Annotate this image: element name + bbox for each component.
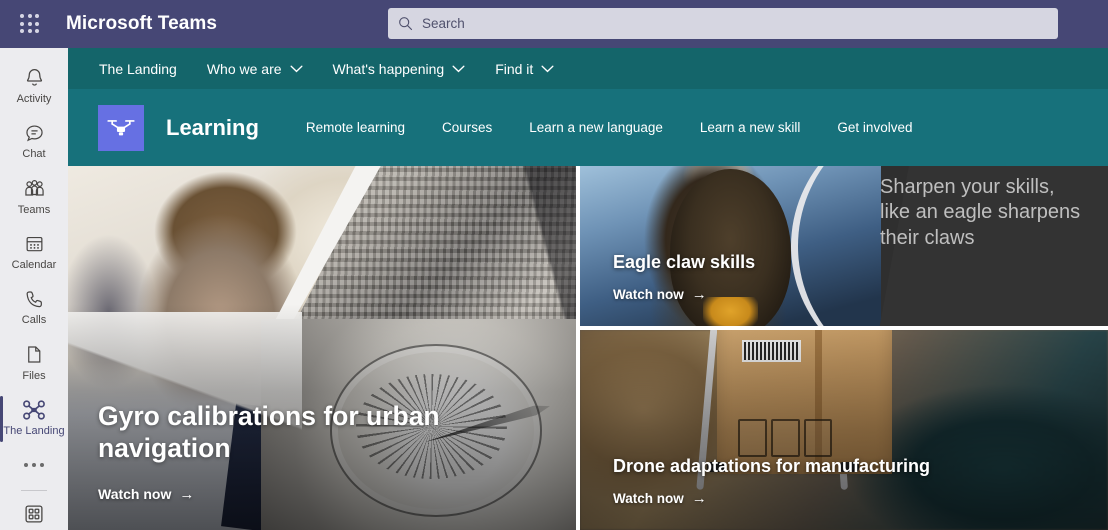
arrow-right-icon: →	[691, 490, 707, 507]
eagle-watch-now-label: Watch now	[613, 287, 684, 302]
site-nav-bar: The Landing Who we are What's happening …	[68, 48, 1108, 89]
sidebar-item-activity[interactable]: Activity	[0, 58, 68, 113]
left-app-rail: Activity Chat Teams Calendar Calls Files…	[0, 48, 68, 530]
search-input[interactable]: Search	[388, 8, 1058, 39]
hero-text-block: Gyro calibrations for urban navigation W…	[98, 400, 536, 504]
drone-watch-now-label: Watch now	[613, 491, 684, 506]
file-icon	[24, 344, 44, 366]
nav-item-who-we-are[interactable]: Who we are	[207, 61, 303, 77]
more-ellipsis-icon[interactable]	[0, 446, 68, 484]
nav-item-label: Who we are	[206, 60, 282, 77]
chevron-down-icon	[290, 65, 303, 73]
sidebar-item-label: Chat	[22, 148, 46, 161]
app-title: Microsoft Teams	[66, 13, 218, 34]
phone-icon	[24, 288, 45, 310]
people-icon	[23, 178, 46, 200]
nav-item-label: Find it	[495, 60, 534, 77]
hero-column: Gyro calibrations for urban navigation W…	[68, 166, 576, 530]
calendar-icon	[24, 233, 45, 255]
hero-watch-now-label: Watch now	[98, 486, 172, 502]
hero-watch-now-link[interactable]: Watch now →	[98, 486, 194, 502]
rail-divider	[21, 490, 47, 491]
site-header: Learning Remote learning Courses Learn a…	[68, 89, 1108, 166]
sidebar-item-calendar[interactable]: Calendar	[0, 224, 68, 279]
hero-title: Gyro calibrations for urban navigation	[98, 400, 440, 463]
nav-item-label: The Landing	[99, 60, 177, 77]
drone-logo-icon	[98, 104, 144, 151]
drone-icon	[22, 399, 46, 421]
hero-card-gyro-calibrations[interactable]: Gyro calibrations for urban navigation W…	[68, 166, 576, 530]
apps-grid-icon[interactable]	[23, 503, 45, 530]
sidebar-item-chat[interactable]: Chat	[0, 113, 68, 168]
eagle-watch-now-link[interactable]: Watch now →	[613, 287, 707, 302]
site-sub-nav: Remote learning Courses Learn a new lang…	[306, 120, 950, 135]
teams-app-window: Microsoft Teams Search Activity Chat Tea…	[0, 0, 1108, 530]
sidebar-item-label: Calls	[21, 314, 47, 327]
sidebar-item-calls[interactable]: Calls	[0, 280, 68, 335]
nav-item-label: What's happening	[332, 60, 445, 77]
sidebar-item-label: Activity	[16, 92, 52, 105]
sub-nav-learn-a-new-skill[interactable]: Learn a new skill	[700, 120, 801, 135]
eagle-quote-text: Sharpen your skills, like an eagle sharp…	[880, 176, 1081, 249]
eagle-title: Eagle claw skills	[613, 252, 756, 272]
drone-text-block: Drone adaptations for manufacturing Watc…	[613, 456, 930, 508]
sub-nav-remote-learning[interactable]: Remote learning	[306, 120, 405, 135]
chat-icon	[24, 122, 45, 144]
sub-nav-courses[interactable]: Courses	[442, 120, 492, 135]
chevron-down-icon	[541, 65, 554, 73]
eagle-text-block: Eagle claw skills Watch now →	[613, 252, 755, 304]
search-placeholder: Search	[422, 16, 465, 31]
drone-watch-now-link[interactable]: Watch now →	[613, 491, 707, 506]
title-bar: Microsoft Teams Search	[0, 0, 1108, 48]
search-icon	[398, 16, 413, 31]
arrow-right-icon: →	[179, 485, 195, 503]
page-title: Learning	[166, 114, 259, 140]
side-cards-column: Sharpen your skills, like an eagle sharp…	[580, 166, 1108, 530]
card-drone-adaptations[interactable]: Drone adaptations for manufacturing Watc…	[580, 330, 1108, 530]
content-area: Gyro calibrations for urban navigation W…	[68, 166, 1108, 530]
sidebar-item-label: Calendar	[11, 258, 57, 271]
arrow-right-icon: →	[691, 286, 707, 303]
card-eagle-claw-skills[interactable]: Sharpen your skills, like an eagle sharp…	[580, 166, 1108, 326]
sidebar-item-teams[interactable]: Teams	[0, 169, 68, 224]
sub-nav-get-involved[interactable]: Get involved	[837, 120, 912, 135]
sub-nav-learn-a-new-language[interactable]: Learn a new language	[529, 120, 663, 135]
sidebar-item-label: Files	[22, 369, 46, 382]
nav-item-whats-happening[interactable]: What's happening	[333, 61, 466, 77]
sidebar-item-files[interactable]: Files	[0, 335, 68, 390]
drone-title: Drone adaptations for manufacturing	[613, 456, 931, 476]
sidebar-item-the-landing[interactable]: The Landing	[0, 390, 68, 445]
chevron-down-icon	[452, 65, 465, 73]
sidebar-item-label: The Landing	[3, 425, 65, 438]
bell-icon	[24, 67, 45, 89]
app-launcher-grid-icon[interactable]	[16, 10, 44, 38]
nav-item-the-landing[interactable]: The Landing	[99, 61, 177, 77]
sidebar-item-label: Teams	[17, 203, 51, 216]
nav-item-find-it[interactable]: Find it	[495, 61, 554, 77]
